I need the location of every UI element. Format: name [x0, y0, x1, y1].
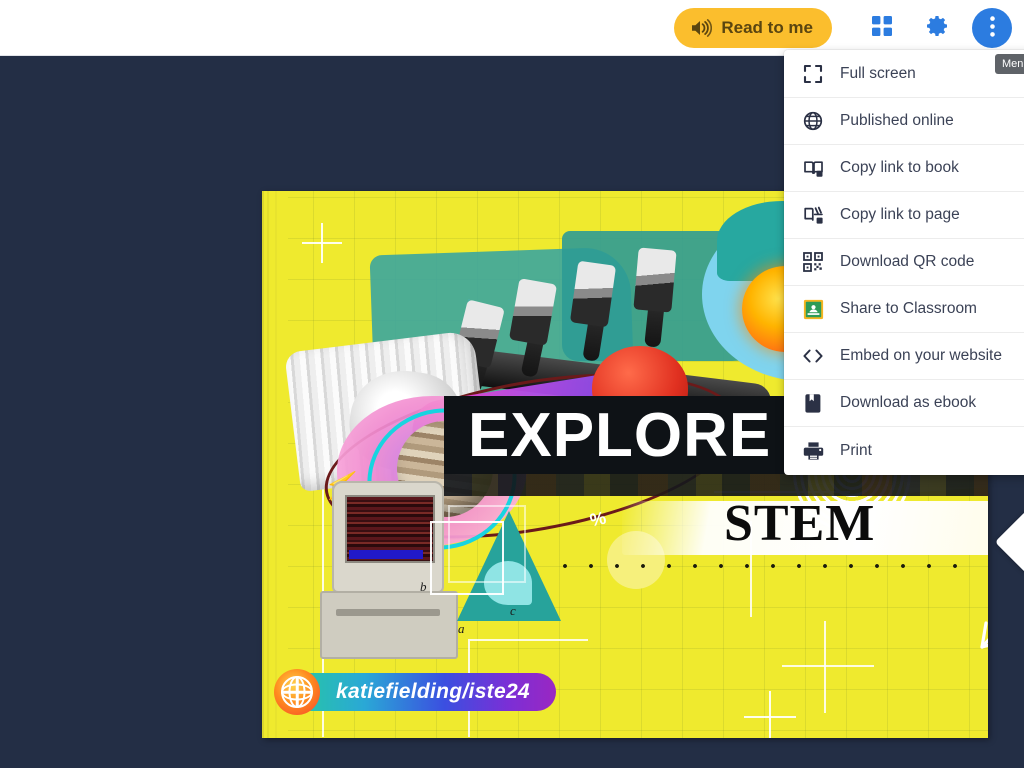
- menu-item-copy-link-to-book[interactable]: Copy link to book: [784, 145, 1024, 192]
- retro-computer-image: [332, 481, 444, 593]
- top-toolbar: Read to me: [0, 0, 1024, 56]
- menu-item-download-as-ebook[interactable]: Download as ebook: [784, 380, 1024, 427]
- globe-icon: [800, 108, 826, 134]
- piston-image: [633, 247, 676, 312]
- menu-item-label: Share to Classroom: [840, 300, 977, 318]
- decor-plus: [302, 223, 342, 263]
- menu-item-print[interactable]: Print: [784, 427, 1024, 474]
- menu-item-download-qr-code[interactable]: Download QR code: [784, 239, 1024, 286]
- menu-item-label: Download as ebook: [840, 394, 976, 412]
- computer-screen: [345, 495, 435, 563]
- code-brackets-icon: [800, 343, 826, 369]
- menu-item-full-screen[interactable]: Full screen: [784, 51, 1024, 98]
- cover-title-line1: EXPLORE: [468, 403, 771, 469]
- menu-tooltip: Menu: [995, 54, 1024, 74]
- floppy-slot: [336, 609, 440, 616]
- author-handle-label: katiefielding/iste24: [336, 680, 530, 704]
- speaker-volume-icon: [690, 19, 712, 37]
- book-viewer-app: Read to me: [0, 0, 1024, 768]
- menu-item-published-online[interactable]: Published online: [784, 98, 1024, 145]
- menu-item-label: Embed on your website: [840, 347, 1002, 365]
- menu-item-label: Copy link to book: [840, 159, 959, 177]
- next-page-button[interactable]: [995, 511, 1024, 573]
- cover-title-line2: STEM: [724, 494, 875, 553]
- google-classroom-icon: [800, 296, 826, 322]
- read-to-me-label: Read to me: [721, 18, 813, 38]
- menu-item-copy-link-to-page[interactable]: Copy link to page: [784, 192, 1024, 239]
- menu-item-label: Published online: [840, 112, 954, 130]
- overflow-menu-panel: Full screen Published online Copy li: [784, 50, 1024, 475]
- menu-item-label: Download QR code: [840, 253, 974, 271]
- cube-label-a: a: [458, 621, 465, 637]
- menu-item-share-to-classroom[interactable]: Share to Classroom: [784, 286, 1024, 333]
- ebook-icon: [800, 390, 826, 416]
- author-handle-pill[interactable]: katiefielding/iste24: [290, 673, 556, 711]
- decor-line: [782, 665, 874, 667]
- book-link-icon: [800, 155, 826, 181]
- dotted-rule: [552, 563, 972, 569]
- fullscreen-icon: [800, 61, 826, 87]
- read-to-me-button[interactable]: Read to me: [674, 8, 832, 48]
- decor-line: [824, 621, 826, 713]
- globe-icon: [274, 669, 320, 715]
- decor-plus: [744, 691, 796, 738]
- cube-label-b: b: [420, 579, 427, 595]
- menu-item-embed-on-your-website[interactable]: Embed on your website: [784, 333, 1024, 380]
- decor-line: [468, 639, 588, 641]
- gear-icon: [926, 14, 950, 41]
- grid-pages-icon: [871, 15, 893, 40]
- pages-grid-button[interactable]: [860, 6, 904, 50]
- computer-base: [320, 591, 458, 659]
- qr-code-icon: [800, 249, 826, 275]
- settings-button[interactable]: [916, 6, 960, 50]
- menu-item-label: Full screen: [840, 65, 916, 83]
- wireframe-cube: [430, 521, 504, 595]
- curved-arrow-decoration: [952, 491, 988, 681]
- menu-item-label: Copy link to page: [840, 206, 960, 224]
- page-link-icon: [800, 202, 826, 228]
- menu-item-label: Print: [840, 442, 872, 460]
- overflow-menu-button[interactable]: [972, 8, 1012, 48]
- printer-icon: [800, 438, 826, 464]
- book-spine: [262, 191, 288, 738]
- three-dot-vertical-icon: [990, 16, 995, 40]
- cube-label-c: c: [510, 603, 516, 619]
